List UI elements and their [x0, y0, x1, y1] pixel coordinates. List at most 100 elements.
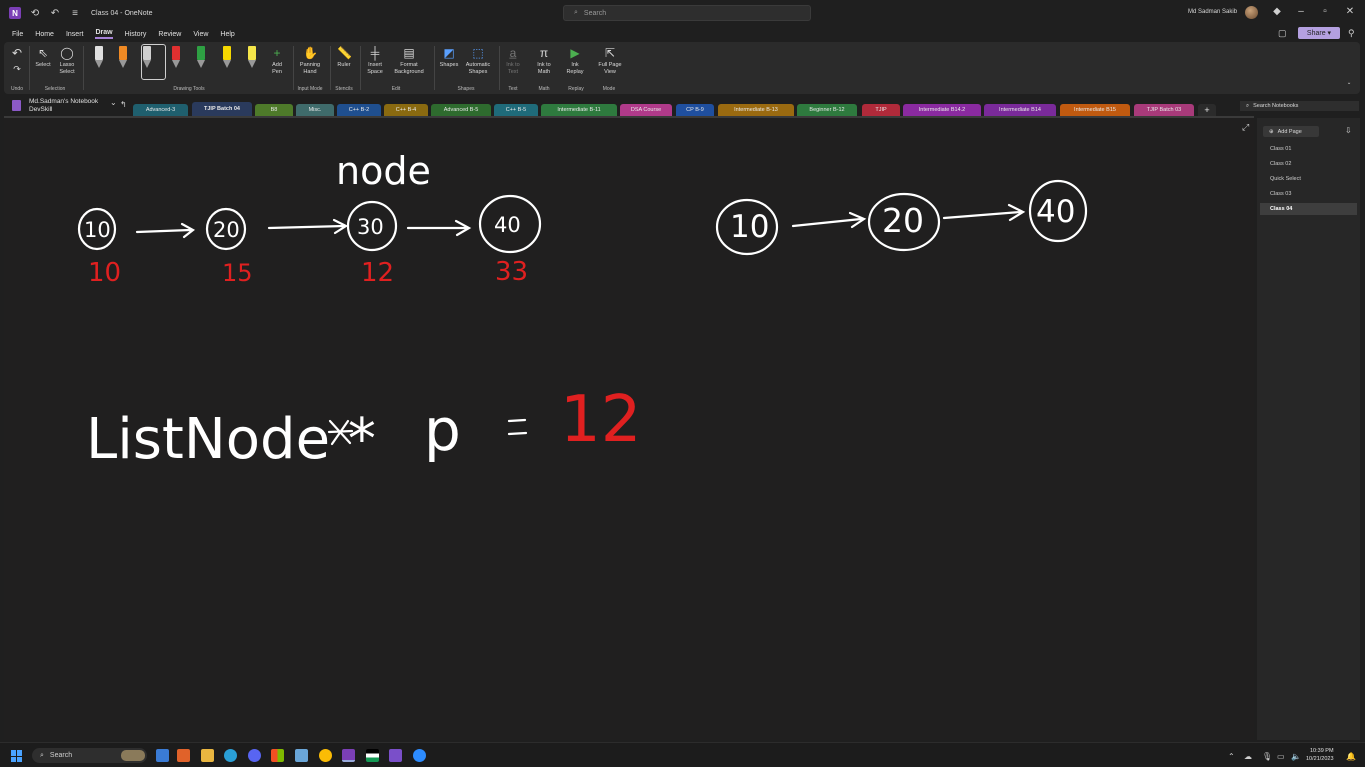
widgets-icon[interactable] — [156, 749, 169, 762]
assigned-value[interactable]: 12 — [560, 383, 641, 457]
minimize-icon[interactable]: – — [1294, 6, 1308, 17]
ruler-button[interactable]: 📏 Ruler — [333, 46, 355, 69]
expand-icon[interactable]: ⤢ — [1242, 122, 1249, 133]
menu-history[interactable]: History — [125, 31, 147, 38]
back-icon[interactable]: ⟲ — [29, 7, 41, 19]
notebook-icon[interactable] — [12, 100, 21, 111]
pen-icon[interactable] — [197, 46, 205, 72]
pen-icon[interactable] — [223, 46, 231, 72]
menu-home[interactable]: Home — [35, 31, 54, 38]
network-icon[interactable]: ▭ — [1277, 752, 1285, 761]
notebook-view-icon[interactable]: ▢ — [1278, 28, 1287, 39]
shapes-button[interactable]: ◩ Shapes — [437, 46, 461, 69]
full-page-view-button[interactable]: ⇱ Full Page View — [596, 46, 624, 76]
add-pen-button[interactable]: + Add Pen — [268, 46, 286, 76]
arrow[interactable] — [791, 211, 867, 229]
share-button[interactable]: Share ▾ — [1298, 27, 1340, 39]
pen-icon[interactable] — [143, 46, 151, 72]
taskbar-search[interactable]: ⌕ Search — [32, 748, 147, 763]
page-item[interactable]: Class 04 — [1260, 203, 1357, 215]
section-tab[interactable]: TJIP — [862, 104, 900, 116]
flag-app-icon[interactable] — [366, 749, 379, 762]
section-tab[interactable]: Intermediate B14 — [984, 104, 1056, 116]
ink-to-text-button[interactable]: a̲ Ink to Text — [502, 46, 524, 76]
node-value[interactable]: 40 — [494, 213, 521, 237]
ink-to-math-button[interactable]: π Ink to Math — [532, 46, 556, 76]
microphone-icon[interactable]: 🎙 — [1262, 752, 1272, 761]
section-tab[interactable]: Advanced-3 — [133, 104, 188, 116]
navigate-back-icon[interactable]: ↰ — [120, 100, 127, 109]
pen-icon[interactable] — [95, 46, 103, 72]
page-item[interactable]: Class 02 — [1260, 158, 1357, 170]
chevron-up-icon[interactable]: ⌃ — [1228, 752, 1235, 761]
menu-file[interactable]: File — [12, 31, 23, 38]
onenote-icon[interactable] — [342, 749, 355, 762]
arrow[interactable] — [267, 218, 349, 235]
section-tab[interactable]: Intermediate B15 — [1060, 104, 1130, 116]
windows-start-icon[interactable] — [11, 750, 23, 762]
section-tab[interactable]: TJIP Batch 03 — [1134, 104, 1194, 116]
page-item[interactable]: Class 03 — [1260, 188, 1357, 200]
section-tab[interactable]: Beginner B-12 — [797, 104, 857, 116]
sort-icon[interactable]: ⇩ — [1345, 126, 1352, 135]
chrome-icon[interactable] — [319, 749, 332, 762]
node-value[interactable]: 20 — [213, 218, 240, 242]
format-background-button[interactable]: ▤ Format Background — [389, 46, 429, 76]
edge-icon[interactable] — [224, 749, 237, 762]
automatic-shapes-button[interactable]: ⬚ Automatic Shapes — [462, 46, 494, 76]
pen-icon[interactable] — [248, 46, 256, 72]
avatar[interactable] — [1245, 6, 1258, 19]
user-name[interactable]: Md Sadman Sakib — [1188, 9, 1237, 15]
page-item[interactable]: Class 01 — [1260, 143, 1357, 155]
pin-icon[interactable]: ⚲ — [1348, 28, 1355, 39]
undo-icon[interactable]: ↶ — [49, 7, 61, 19]
pen-icon[interactable] — [119, 46, 127, 72]
menu-help[interactable]: Help — [220, 31, 234, 38]
address-label[interactable]: 15 — [222, 259, 253, 287]
address-label[interactable]: 33 — [495, 257, 528, 287]
notebook-selector[interactable]: Md.Sadman's Notebook DevSkill — [29, 98, 98, 114]
arrow[interactable] — [406, 219, 472, 237]
menu-view[interactable]: View — [193, 31, 208, 38]
section-tab[interactable]: C++ B-4 — [384, 104, 428, 116]
section-tab[interactable]: Intermediate B14.2 — [903, 104, 981, 116]
page-canvas[interactable]: node 10 20 30 40 10 20 40 ListNode * p 1… — [4, 118, 1254, 740]
cloud-icon[interactable]: ☁ — [1244, 752, 1252, 761]
section-tab[interactable]: Misc. — [296, 104, 334, 116]
undo-button[interactable]: ↶ ↷ — [10, 46, 24, 78]
media-app-icon[interactable] — [177, 749, 190, 762]
section-tab[interactable]: C++ B-5 — [494, 104, 538, 116]
menu-insert[interactable]: Insert — [66, 31, 84, 38]
collapse-ribbon-button[interactable]: ⌄ — [1344, 80, 1354, 87]
zoom-icon[interactable] — [413, 749, 426, 762]
notification-icon[interactable]: 🔔 — [1346, 752, 1356, 761]
section-tab[interactable]: B8 — [255, 104, 293, 116]
menu-draw[interactable]: Draw — [95, 29, 113, 39]
volume-icon[interactable]: 🔈 — [1291, 752, 1301, 761]
arrow[interactable] — [942, 203, 1026, 222]
node-value[interactable]: 30 — [357, 215, 384, 239]
section-tab[interactable]: Advanced B-5 — [431, 104, 491, 116]
address-label[interactable]: 10 — [88, 258, 121, 288]
pen-icon[interactable] — [172, 46, 180, 72]
add-page-button[interactable]: ⊕ Add Page — [1263, 126, 1319, 137]
lasso-select-button[interactable]: ◯ Lasso Select — [56, 46, 78, 76]
section-tab[interactable]: TJIP Batch 04 — [192, 102, 252, 116]
ink-layer[interactable]: node 10 20 30 40 10 20 40 ListNode * p 1… — [4, 118, 1254, 740]
ink-replay-button[interactable]: ▶ Ink Replay — [563, 46, 587, 76]
search-notebooks-input[interactable]: ⌕ Search Notebooks — [1240, 101, 1359, 111]
section-tab[interactable]: Intermediate B-13 — [718, 104, 794, 116]
maximize-icon[interactable]: ▫ — [1318, 6, 1332, 17]
node-value[interactable]: 40 — [1036, 194, 1075, 230]
insert-space-button[interactable]: ╪ Insert Space — [363, 46, 387, 76]
declaration-text[interactable]: ListNode * — [86, 407, 376, 472]
page-item[interactable]: Quick Select — [1260, 173, 1357, 185]
section-tab[interactable]: Intermediate B-11 — [541, 104, 617, 116]
panning-hand-button[interactable]: ✋ Panning Hand — [296, 46, 324, 76]
node-label[interactable]: node — [336, 149, 431, 193]
mail-icon[interactable] — [295, 749, 308, 762]
address-label[interactable]: 12 — [361, 258, 394, 288]
section-tab[interactable]: DSA Course — [620, 104, 672, 116]
quick-access-icon[interactable]: ≡ — [69, 7, 81, 19]
discord-icon[interactable] — [248, 749, 261, 762]
